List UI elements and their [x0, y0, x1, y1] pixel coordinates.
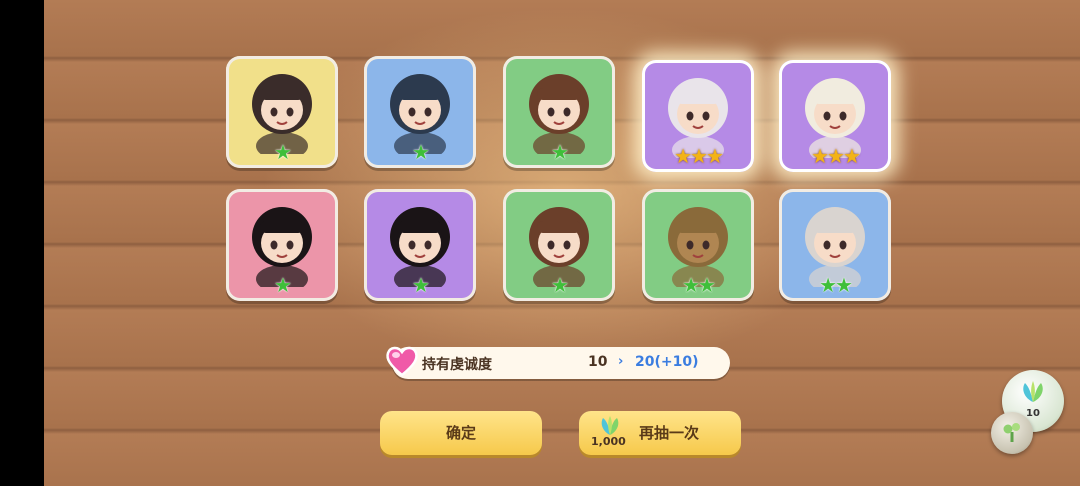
gold-star-icon: ★: [674, 144, 692, 168]
green-star-icon: ★: [819, 273, 837, 297]
star-rating: ★★★: [642, 146, 754, 166]
star-rating: ★★: [642, 275, 754, 295]
star-rating: ★: [364, 142, 476, 162]
star-rating: ★: [226, 275, 338, 295]
star-rating: ★: [503, 142, 615, 162]
green-star-icon: ★: [682, 273, 700, 297]
gold-star-icon: ★: [842, 144, 861, 168]
green-star-icon: ★: [835, 273, 853, 297]
card-girl-red-headband[interactable]: ★: [503, 56, 615, 168]
left-black-bar: [0, 0, 44, 486]
affinity-label: 持有虔诚度: [422, 357, 492, 373]
card-girl-skull-purple[interactable]: ★: [364, 189, 476, 301]
green-star-icon: ★: [274, 140, 292, 164]
sprout-icon: [1003, 423, 1020, 442]
card-girl-grey-horns[interactable]: ★★: [779, 189, 891, 301]
confirm-button-label: 确定: [445, 424, 476, 442]
star-rating: ★★: [779, 275, 891, 295]
gold-star-icon: ★: [690, 144, 708, 168]
heart-icon: [386, 346, 418, 377]
green-star-icon: ★: [412, 140, 430, 164]
affinity-bar: 持有虔诚度 10 › 20(+10): [386, 346, 730, 379]
leaf-icon: [601, 416, 619, 435]
card-tree-golem[interactable]: ★★: [642, 189, 754, 301]
star-rating: ★: [364, 275, 476, 295]
green-star-icon: ★: [274, 273, 292, 297]
gold-star-icon: ★: [827, 144, 845, 168]
card-girl-white-hair-purple[interactable]: ★★★: [642, 60, 754, 172]
card-girl-wolf-ears[interactable]: ★: [226, 56, 338, 168]
leaf-icon: [1023, 381, 1043, 402]
draw-again-label: 再抽一次: [639, 424, 700, 442]
gold-star-icon: ★: [811, 144, 829, 168]
star-rating: ★: [226, 142, 338, 162]
green-star-icon: ★: [551, 140, 569, 164]
green-star-icon: ★: [551, 273, 569, 297]
card-girl-skull-pink[interactable]: ★: [226, 189, 338, 301]
star-rating: ★★★: [779, 146, 891, 166]
star-rating: ★: [503, 275, 615, 295]
confirm-button[interactable]: 确定: [380, 411, 542, 455]
green-star-icon: ★: [412, 273, 430, 297]
sprout-button[interactable]: [991, 412, 1033, 454]
draw-results-grid: ★ ★ ★ ★★★ ★★★ ★ ★ ★ ★★ ★★: [226, 56, 900, 306]
draw-again-button[interactable]: 1,000 再抽一次: [579, 411, 741, 455]
card-girl-horns-cream[interactable]: ★★★: [779, 60, 891, 172]
gold-star-icon: ★: [705, 144, 724, 168]
affinity-next: 20(+10): [635, 354, 699, 370]
card-girl-red-headband-2[interactable]: ★: [503, 189, 615, 301]
affinity-arrow: ›: [618, 354, 624, 369]
card-girl-headband-blue[interactable]: ★: [364, 56, 476, 168]
draw-cost: 1,000: [591, 435, 626, 448]
affinity-current: 10: [588, 354, 608, 370]
green-star-icon: ★: [698, 273, 716, 297]
